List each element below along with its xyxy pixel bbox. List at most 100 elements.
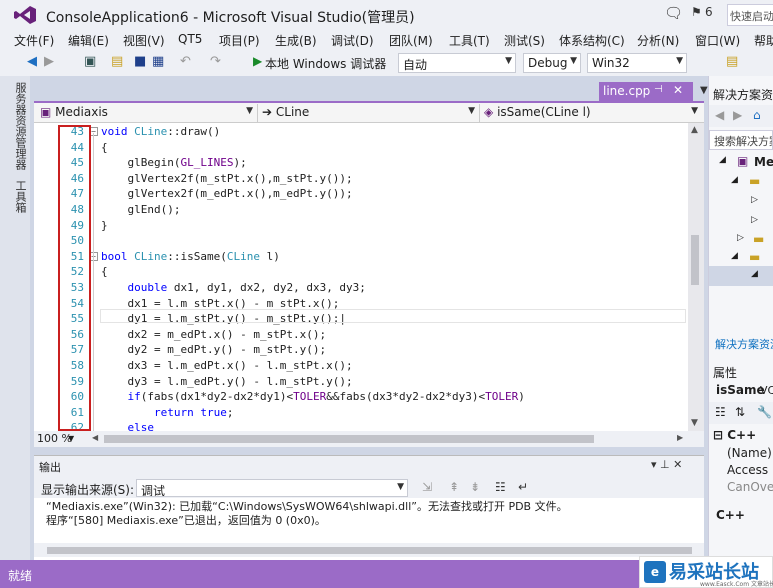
code-editor[interactable]: 43− void CLine::draw() 44{45 glBegin(GL_LI…	[34, 123, 688, 431]
code-line[interactable]: 52{	[34, 264, 688, 280]
code-line[interactable]: 56 dx2 = m_edPt.x() - m_stPt.x();	[34, 327, 688, 343]
tree-item-solution[interactable]: ◢ ▣ Me	[709, 152, 773, 172]
code-line[interactable]: 57 dy2 = m_edPt.y() - m_stPt.y();	[34, 342, 688, 358]
alphabetical-icon[interactable]: ⇅	[735, 405, 745, 419]
menu-analyze[interactable]: 分析(N)	[637, 32, 679, 49]
zoom-level[interactable]: 100 %	[37, 432, 72, 445]
next-message-icon[interactable]: ⇟	[470, 480, 480, 494]
output-source-combo[interactable]: 调试 ▼	[136, 479, 408, 497]
expand-icon[interactable]: ◢	[731, 175, 738, 185]
collapse-icon[interactable]: ⊟	[713, 428, 723, 442]
flag-icon[interactable]: ⚑	[691, 5, 702, 19]
code-line[interactable]: 61 return true;	[34, 405, 688, 421]
notification-icon[interactable]: 🗨	[664, 4, 683, 22]
dropdown-icon[interactable]: ▾	[651, 458, 657, 471]
code-line[interactable]: 49}	[34, 218, 688, 234]
code-line[interactable]: 47 glVertex2f(m_edPt.x(),m_edPt.y());	[34, 186, 688, 202]
prev-message-icon[interactable]: ⇞	[449, 480, 459, 494]
nav-project-combo[interactable]: ▣ Mediaxis ▼	[36, 104, 258, 122]
chevron-down-icon[interactable]: ▼	[68, 434, 74, 443]
tab-line-cpp[interactable]: line.cpp ⊣ ✕	[599, 82, 693, 102]
expand-icon[interactable]: ◢	[731, 251, 738, 261]
collapsed-icon[interactable]: ▷	[751, 215, 758, 225]
toolbox-tab[interactable]: 工具箱	[12, 180, 28, 213]
menu-tools[interactable]: 工具(T)	[449, 32, 490, 49]
code-line[interactable]: 51−bool CLine::isSame(CLine l)	[34, 249, 688, 265]
menu-qt5[interactable]: QT5	[178, 32, 202, 46]
pin-icon[interactable]: ⊣	[654, 84, 663, 95]
start-debugging-icon[interactable]: ▶	[253, 54, 262, 68]
scroll-up-icon[interactable]: ▲	[691, 125, 698, 135]
save-all-icon[interactable]: ▦	[152, 54, 164, 69]
menu-window[interactable]: 窗口(W)	[695, 32, 740, 49]
menu-test[interactable]: 测试(S)	[504, 32, 545, 49]
code-line[interactable]: 44{	[34, 140, 688, 156]
close-icon[interactable]: ✕	[673, 83, 683, 97]
find-in-files-icon[interactable]: ▤	[726, 54, 738, 69]
tab-overflow-icon[interactable]: ▼	[700, 85, 708, 96]
menu-debug[interactable]: 调试(D)	[331, 32, 374, 49]
pin-icon[interactable]: ⊥	[660, 458, 670, 471]
undo-icon[interactable]: ↶	[180, 54, 191, 69]
redo-icon[interactable]: ↷	[210, 54, 221, 69]
property-canoverride[interactable]: CanOver	[727, 480, 773, 494]
code-line[interactable]: 58 dx3 = l.m_edPt.x() - l.m_stPt.x();	[34, 358, 688, 374]
menu-file[interactable]: 文件(F)	[14, 32, 54, 49]
solution-explorer-link[interactable]: 解决方案资源	[715, 336, 773, 352]
nav-class-combo[interactable]: ➔ CLine ▼	[258, 104, 480, 122]
wrench-icon[interactable]: 🔧	[757, 405, 772, 419]
code-line[interactable]: 59 dy3 = l.m_edPt.y() - l.m_stPt.y();	[34, 374, 688, 390]
collapsed-icon[interactable]: ▷	[737, 233, 744, 243]
collapsed-icon[interactable]: ▷	[751, 195, 758, 205]
open-folder-icon[interactable]: ▤	[111, 54, 123, 69]
find-message-icon[interactable]: ⇲	[422, 480, 432, 494]
scroll-left-icon[interactable]: ◀	[92, 433, 98, 442]
menu-team[interactable]: 团队(M)	[389, 32, 433, 49]
menu-architecture[interactable]: 体系结构(C)	[559, 32, 625, 49]
forward-icon[interactable]: ▶	[44, 54, 54, 69]
menu-view[interactable]: 视图(V)	[123, 32, 165, 49]
tree-item[interactable]: ▷	[709, 192, 773, 212]
property-access[interactable]: Access	[727, 463, 768, 477]
clear-all-icon[interactable]: ☷	[495, 480, 506, 494]
code-line[interactable]: 60 if(fabs(dx1*dy2-dx2*dy1)<TOLER&&fabs(…	[34, 389, 688, 405]
output-scrollbar-thumb[interactable]	[47, 547, 692, 554]
properties-category[interactable]: ⊟ C++	[713, 428, 756, 442]
code-line[interactable]: 45 glBegin(GL_LINES);	[34, 155, 688, 171]
menu-help[interactable]: 帮助	[754, 32, 773, 49]
tree-item[interactable]: ◢ ▬	[709, 172, 773, 192]
horizontal-scrollbar-thumb[interactable]	[104, 435, 594, 443]
server-explorer-tab[interactable]: 服务器资源管理器	[12, 82, 28, 170]
forward-icon[interactable]: ▶	[733, 108, 742, 122]
code-line[interactable]: 53 double dx1, dy1, dx2, dy2, dx3, dy3;	[34, 280, 688, 296]
menu-build[interactable]: 生成(B)	[275, 32, 317, 49]
tree-item[interactable]: ▷	[709, 212, 773, 232]
code-line[interactable]: 48 glEnd();	[34, 202, 688, 218]
tree-item[interactable]: ◢ ▬	[709, 248, 773, 268]
solution-explorer-search[interactable]: 搜索解决方案	[709, 130, 773, 150]
word-wrap-icon[interactable]: ↵	[518, 480, 528, 494]
home-icon[interactable]: ⌂	[753, 108, 761, 122]
run-mode-combo[interactable]: 自动 ▼	[398, 53, 516, 73]
platform-combo[interactable]: Win32 ▼	[587, 53, 687, 73]
categorized-icon[interactable]: ☷	[715, 405, 726, 419]
back-icon[interactable]: ◀	[715, 108, 724, 122]
run-debugger-button[interactable]: 本地 Windows 调试器	[265, 55, 386, 72]
menu-project[interactable]: 项目(P)	[219, 32, 260, 49]
code-line[interactable]: 43− void CLine::draw()	[34, 124, 688, 140]
scroll-down-icon[interactable]: ▼	[691, 418, 698, 428]
menu-edit[interactable]: 编辑(E)	[68, 32, 109, 49]
scroll-right-icon[interactable]: ▶	[677, 433, 683, 442]
back-icon[interactable]: ◀	[27, 54, 37, 69]
property-name[interactable]: (Name)	[727, 446, 772, 460]
new-project-icon[interactable]: ▣	[84, 54, 96, 69]
quick-launch-input[interactable]: 快速启动	[727, 4, 773, 26]
nav-member-combo[interactable]: ◈ isSame(CLine l) ▼	[480, 104, 702, 122]
code-line[interactable]: 62 else	[34, 420, 688, 431]
config-combo[interactable]: Debug ▼	[523, 53, 581, 73]
code-line[interactable]: 50	[34, 233, 688, 249]
save-icon[interactable]: ■	[134, 54, 146, 69]
expand-icon[interactable]: ◢	[719, 155, 726, 165]
scrollbar-thumb[interactable]	[691, 235, 699, 285]
expand-icon[interactable]: ◢	[751, 269, 758, 279]
